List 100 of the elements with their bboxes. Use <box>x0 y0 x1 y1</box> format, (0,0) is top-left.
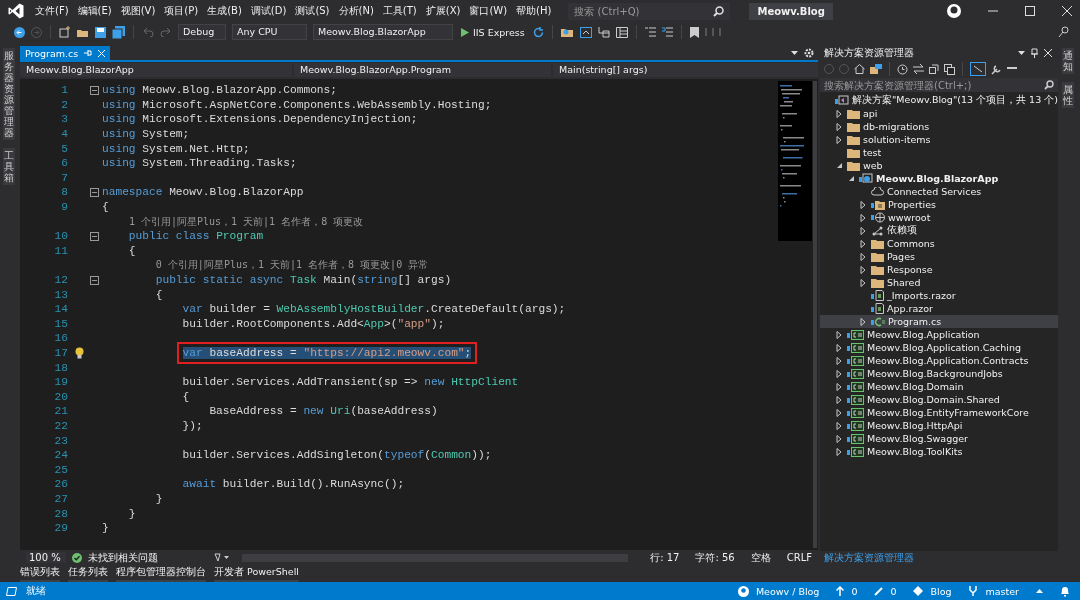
menu-item[interactable]: 窗口(W) <box>469 4 508 18</box>
side-tab[interactable]: 通知 <box>1062 48 1074 74</box>
side-tab[interactable]: 工具箱 <box>3 148 15 185</box>
tree-item[interactable]: Meowv.Blog.Application.Caching <box>820 341 1058 354</box>
tree-item[interactable]: db-migrations <box>820 120 1058 133</box>
tree-item[interactable]: Meowv.Blog.BlazorApp <box>820 172 1058 185</box>
feedback-icon[interactable] <box>1058 26 1070 38</box>
repository-link[interactable]: Meowv / Blog <box>755 585 820 597</box>
sync-icon[interactable] <box>913 64 924 74</box>
uncomment-lines-icon[interactable] <box>661 27 673 37</box>
branch-name[interactable]: master <box>985 585 1019 597</box>
repository-name[interactable]: Blog <box>930 585 952 597</box>
codelens-text[interactable]: 0 个引用|阿星Plus，1 天前|1 名作者，8 项更改|0 异常 <box>155 258 429 273</box>
maximize-icon[interactable] <box>1025 6 1035 16</box>
tree-item[interactable]: web <box>820 159 1058 172</box>
minus-icon[interactable] <box>1007 67 1017 71</box>
tree-item[interactable]: api <box>820 107 1058 120</box>
dropdown-caret-icon[interactable] <box>1018 51 1025 55</box>
bookmark-icon[interactable] <box>689 26 699 38</box>
menu-item[interactable]: 测试(S) <box>295 4 330 18</box>
tree-item[interactable]: test <box>820 146 1058 159</box>
branch-icon[interactable] <box>968 586 979 596</box>
bell-icon[interactable] <box>1060 585 1070 597</box>
menu-item[interactable]: 文件(F) <box>35 4 69 18</box>
menu-item[interactable]: 项目(P) <box>164 4 199 18</box>
search-field[interactable]: 搜索 (Ctrl+Q) <box>574 5 714 17</box>
comment-lines-icon[interactable] <box>644 27 656 37</box>
menu-item[interactable]: 编辑(E) <box>77 4 112 18</box>
find-folder-icon[interactable] <box>560 26 574 38</box>
run-button[interactable]: IIS Express <box>459 26 527 38</box>
search-box[interactable]: 搜索 (Ctrl+Q) <box>568 2 731 20</box>
side-tab[interactable]: 服务器资源管理器 <box>3 48 15 140</box>
tree-view-icon[interactable] <box>970 62 986 76</box>
tree-item[interactable]: Meowv.Blog.ToolKits <box>820 445 1058 458</box>
codelens-text[interactable]: 1 个引用|阿星Plus，1 天前|1 名作者，8 项更改 <box>128 214 364 229</box>
navigation-dropdown[interactable]: Meowv.Blog.BlazorApp.Program <box>294 63 551 77</box>
tree-item[interactable]: Commons <box>820 237 1058 250</box>
tree-item[interactable]: Meowv.Blog.HttpApi <box>820 419 1058 432</box>
tree-item[interactable]: Meowv.Blog.Application.Contracts <box>820 354 1058 367</box>
lightbulb-icon[interactable] <box>74 347 84 359</box>
issues-status[interactable]: 未找到相关问题 <box>88 550 158 565</box>
menu-item[interactable]: 调试(D) <box>250 4 287 18</box>
tree-item[interactable]: 依赖项 <box>820 224 1058 237</box>
tree-item[interactable]: Meowv.Blog.Domain <box>820 380 1058 393</box>
up-arrow-icon[interactable] <box>836 586 845 596</box>
tree-item[interactable]: Meowv.Blog.BackgroundJobs <box>820 367 1058 380</box>
push-count[interactable]: 0 <box>851 585 858 597</box>
save-icon[interactable] <box>95 26 106 38</box>
new-project-icon[interactable] <box>59 26 71 38</box>
tree-item[interactable]: Meowv.Blog.Application <box>820 328 1058 341</box>
tree-item[interactable]: Meowv.Blog.Domain.Shared <box>820 393 1058 406</box>
tree-item[interactable]: Pages <box>820 250 1058 263</box>
changes-count[interactable]: 0 <box>890 585 897 597</box>
caret-up-icon[interactable] <box>1036 589 1043 593</box>
menu-item[interactable]: 帮助(H) <box>516 4 552 18</box>
diamond-icon[interactable] <box>913 586 924 596</box>
wrench-icon[interactable] <box>991 63 1002 75</box>
menu-item[interactable]: 分析(N) <box>338 4 374 18</box>
platform-dropdown[interactable]: Any CPU <box>232 24 307 40</box>
panel-icon[interactable] <box>615 26 628 38</box>
tree-item[interactable]: Response <box>820 263 1058 276</box>
collapse-icon[interactable] <box>90 275 99 285</box>
pencil-icon[interactable] <box>874 586 884 596</box>
settings-icon[interactable] <box>804 48 814 58</box>
close-icon[interactable] <box>1062 6 1072 16</box>
tree-item[interactable]: Shared <box>820 276 1058 289</box>
github-icon[interactable] <box>737 585 749 597</box>
collapse-icon[interactable] <box>90 85 99 95</box>
browser-icon[interactable] <box>579 26 592 38</box>
back-icon[interactable] <box>14 26 25 38</box>
collapse-icon[interactable] <box>90 187 99 197</box>
startup-project-dropdown[interactable]: Meowv.Blog.BlazorApp <box>313 24 453 40</box>
refresh-icon[interactable] <box>532 26 544 38</box>
menu-item[interactable]: 视图(V) <box>120 4 156 18</box>
tree-item[interactable]: Program.cs <box>820 315 1058 328</box>
tree-item[interactable]: Meowv.Blog.Swagger <box>820 432 1058 445</box>
collapsed-arrow-icon[interactable] <box>860 317 866 326</box>
avatar-icon[interactable] <box>947 4 961 18</box>
tree-item[interactable]: App.razor <box>820 302 1058 315</box>
tree-item[interactable]: wwwroot <box>820 211 1058 224</box>
save-all-icon[interactable] <box>112 25 125 39</box>
copy-icon[interactable] <box>944 63 955 75</box>
undo-icon[interactable] <box>142 27 154 37</box>
menu-item[interactable]: 生成(B) <box>207 4 242 18</box>
switch-views-icon[interactable] <box>870 64 882 74</box>
dropdown-caret-icon[interactable] <box>791 51 798 55</box>
tree-item[interactable]: Properties <box>820 198 1058 211</box>
collapse-all-icon[interactable] <box>929 64 939 74</box>
minimap-drawing[interactable] <box>778 81 812 241</box>
collapse-icon[interactable] <box>90 231 99 241</box>
tree-item[interactable]: solution-items <box>820 133 1058 146</box>
history-icon[interactable] <box>897 63 908 75</box>
home-icon[interactable] <box>854 64 865 74</box>
side-tab[interactable]: 属性 <box>1062 82 1074 108</box>
close-icon[interactable] <box>1044 49 1052 57</box>
tree-item[interactable]: Meowv.Blog.EntityFrameworkCore <box>820 406 1058 419</box>
configuration-dropdown[interactable]: Debug <box>178 24 226 40</box>
search-field[interactable]: 搜索解决方案资源管理器(Ctrl+;) <box>824 79 1044 91</box>
navigation-dropdown[interactable]: Meowv.Blog.BlazorApp <box>20 63 292 77</box>
tree-item[interactable]: Connected Services <box>820 185 1058 198</box>
